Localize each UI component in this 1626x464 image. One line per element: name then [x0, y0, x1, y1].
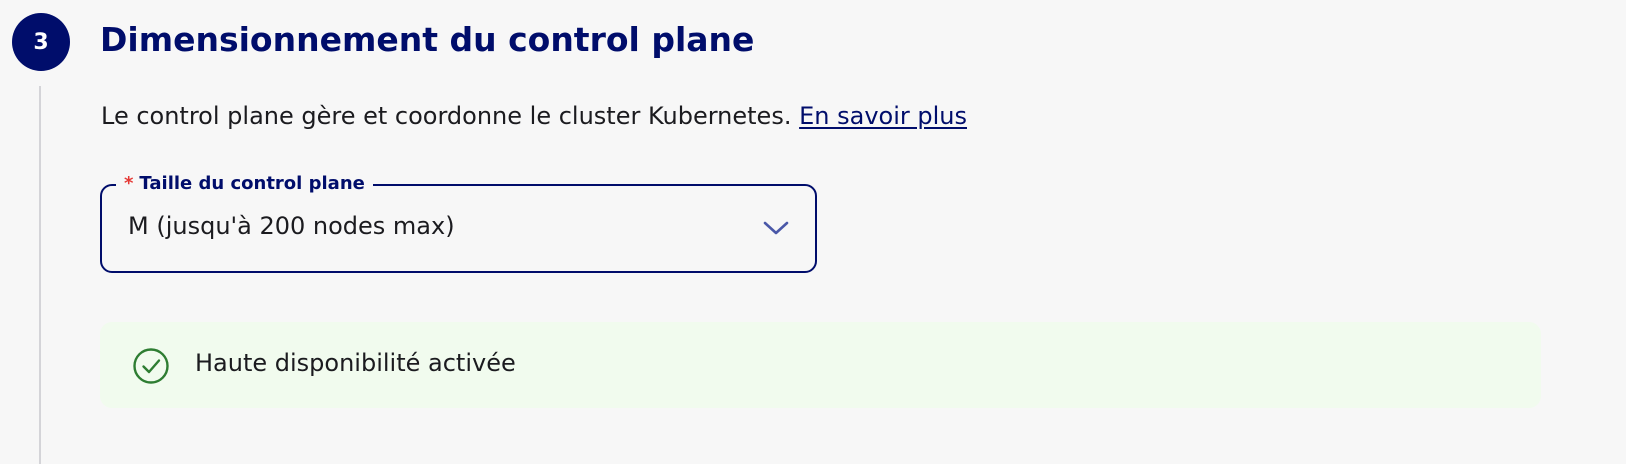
step-title: Dimensionnement du control plane	[100, 20, 755, 59]
control-plane-size-select[interactable]: * Taille du control plane M (jusqu'à 200 …	[100, 173, 817, 273]
control-plane-step: 3 Dimensionnement du control plane Le co…	[0, 0, 1626, 464]
step-description: Le control plane gère et coordonne le cl…	[101, 102, 967, 130]
control-plane-size-label: * Taille du control plane	[116, 173, 373, 195]
step-number: 3	[33, 29, 49, 55]
check-circle-icon	[133, 348, 169, 384]
control-plane-size-label-text: Taille du control plane	[139, 173, 365, 194]
chevron-down-icon[interactable]	[763, 220, 789, 236]
learn-more-link[interactable]: En savoir plus	[799, 102, 967, 130]
step-rail	[39, 86, 41, 464]
high-availability-message: Haute disponibilité activée	[195, 349, 516, 377]
required-marker: *	[124, 173, 134, 194]
step-description-text: Le control plane gère et coordonne le cl…	[101, 102, 792, 130]
control-plane-size-value: M (jusqu'à 200 nodes max)	[128, 212, 455, 240]
high-availability-alert: Haute disponibilité activée	[100, 322, 1541, 408]
step-number-badge: 3	[12, 13, 70, 71]
